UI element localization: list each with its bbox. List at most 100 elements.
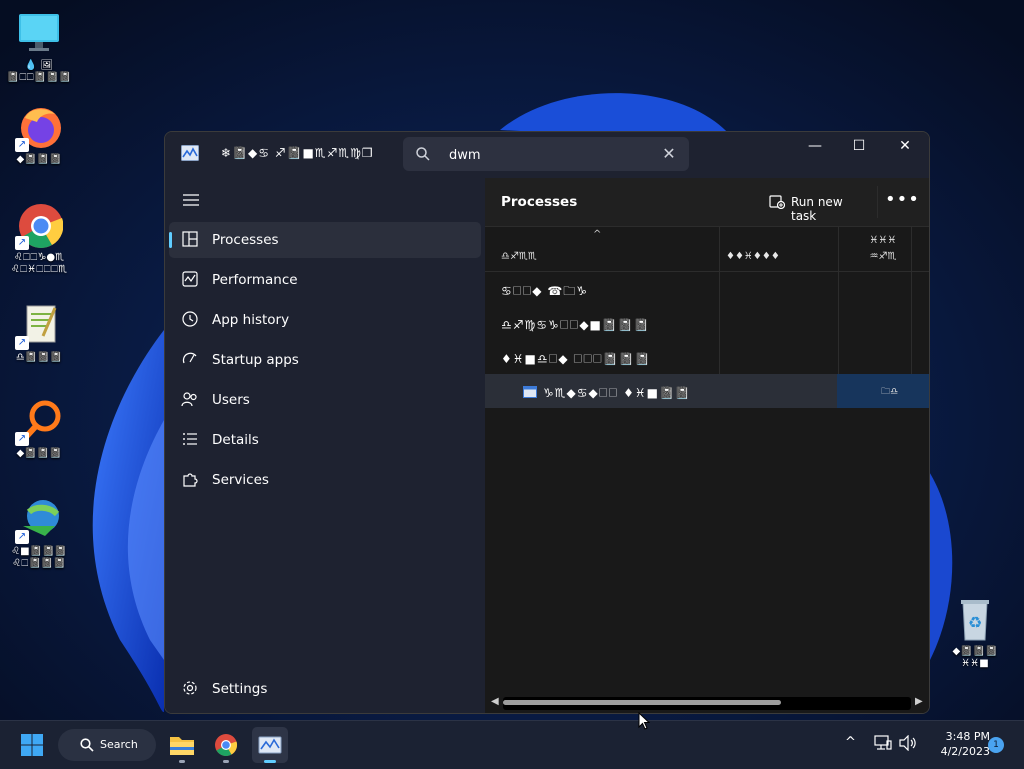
network-icon[interactable]	[874, 735, 892, 755]
clear-search-icon[interactable]: ✕	[659, 144, 679, 164]
history-icon	[181, 310, 199, 328]
process-group-name: ♦♓■♎🗆◆ 🗆🗆🗆📓📓📓	[501, 352, 651, 366]
search-box[interactable]: ✕	[403, 137, 689, 171]
recycle-bin-icon: ♻	[951, 596, 999, 644]
folder-icon	[170, 737, 194, 755]
nav-label: Services	[212, 472, 269, 488]
nav-item-processes[interactable]: Processes	[169, 222, 481, 258]
shortcut-arrow-icon: ↗	[15, 530, 29, 544]
table-row[interactable]: ♋🗆🗆◆ ☎🗀♑	[485, 272, 929, 306]
magnifier-icon: ↗	[15, 398, 63, 446]
notification-badge[interactable]: 1	[988, 737, 1004, 753]
desktop-icon-notepad[interactable]: ↗ ♎📓📓📓	[2, 302, 76, 364]
column-header-cpu[interactable]: ♓♓♓ ♒♐♏	[839, 227, 911, 271]
scroll-right-arrow-icon[interactable]: ▶	[915, 696, 923, 707]
desktop-icon-chrome[interactable]: ↗ ♌🗆🗆♑●♏ ♌🗆♓🗆🗆🗆♏	[2, 202, 76, 276]
table-row-selected[interactable]: ♑♏◆♋◆🗆🗆 ♦♓■📓📓 🗀♎	[485, 374, 929, 408]
globe-download-icon: ↗	[15, 496, 63, 544]
monitor-icon	[15, 10, 63, 58]
search-icon	[416, 147, 430, 161]
shortcut-arrow-icon: ↗	[15, 236, 29, 250]
title-bar[interactable]: ❄📓◆♋ ♐📓■♏♐♏♍❒ ✕ — ☐ ✕	[165, 132, 929, 178]
nav-label: Performance	[212, 272, 298, 288]
svg-text:♻: ♻	[968, 613, 982, 632]
maximize-button[interactable]: ☐	[836, 132, 882, 162]
table-row[interactable]: ♎♐♍♋♑🗆🗆◆■📓📓📓	[485, 306, 929, 340]
desktop-icon-label: 💧 🖼 📓🗆🗆📓📓📓	[6, 60, 72, 83]
sort-arrow-icon: ^	[593, 229, 602, 240]
desktop-icon-download-manager[interactable]: ↗ ♌■📓📓📓 ♌🗆📓📓📓	[2, 496, 76, 570]
header-divider	[877, 186, 878, 218]
table-row[interactable]: ♦♓■♎🗆◆ 🗆🗆🗆📓📓📓	[485, 340, 929, 374]
nav-item-performance[interactable]: Performance	[169, 262, 481, 298]
panel-header: Processes Run new task •••	[485, 178, 929, 227]
nav-item-startup-apps[interactable]: Startup apps	[169, 342, 481, 378]
column-header-status[interactable]: ♦♦♓♦♦♦	[720, 227, 838, 271]
shortcut-arrow-icon: ↗	[15, 336, 29, 350]
taskbar-task-manager[interactable]	[252, 727, 288, 763]
clock-date: 4/2/2023	[940, 745, 990, 758]
nav-label: App history	[212, 312, 290, 328]
shortcut-arrow-icon: ↗	[15, 432, 29, 446]
taskbar-chrome[interactable]	[208, 727, 244, 763]
search-input[interactable]	[447, 143, 651, 167]
task-manager-app-icon	[181, 145, 199, 161]
volume-icon[interactable]	[898, 734, 918, 755]
process-group-name: ♋🗆🗆◆ ☎🗀♑	[501, 284, 589, 298]
taskbar-search-button[interactable]: Search	[58, 729, 156, 761]
task-manager-window: ❄📓◆♋ ♐📓■♏♐♏♍❒ ✕ — ☐ ✕ Processes	[164, 131, 930, 714]
clock-time: 3:48 PM	[945, 730, 990, 743]
hamburger-menu-icon[interactable]	[181, 192, 201, 208]
nav-item-details[interactable]: Details	[169, 422, 481, 458]
more-options-button[interactable]: •••	[885, 188, 919, 216]
startup-gauge-icon	[181, 350, 199, 368]
column-header-name[interactable]: ^ ♎♐♏♏	[485, 227, 719, 271]
nav-item-app-history[interactable]: App history	[169, 302, 481, 338]
running-indicator	[223, 760, 229, 763]
details-list-icon	[181, 430, 199, 448]
services-puzzle-icon	[181, 470, 199, 488]
page-title: Processes	[501, 194, 578, 210]
process-cpu-value: 🗀♎	[881, 387, 899, 397]
show-hidden-icons-chevron-icon[interactable]: ^	[845, 735, 856, 750]
desktop-icon-firefox[interactable]: ↗ ◆📓📓📓	[2, 104, 76, 166]
desktop-icon-recycle-bin[interactable]: ♻ ◆📓📓📓 ♓♓■	[938, 596, 1012, 670]
desktop-icon-search-tool[interactable]: ↗ ◆📓📓📓	[2, 398, 76, 460]
desktop-icon-this-pc[interactable]: 💧 🖼 📓🗆🗆📓📓📓	[2, 10, 76, 84]
column-header-row: ^ ♎♐♏♏ ♦♦♓♦♦♦ ♓♓♓ ♒♐♏	[485, 227, 929, 272]
desktop-icon-label: ♌🗆🗆♑●♏ ♌🗆♓🗆🗆🗆♏	[10, 252, 68, 275]
process-name: ♑♏◆♋◆🗆🗆 ♦♓■📓📓	[543, 386, 691, 400]
navigation-sidebar: Processes Performance App history Startu…	[165, 178, 485, 713]
process-window-icon	[523, 386, 537, 398]
column-label: ♦♦♓♦♦♦	[726, 251, 780, 262]
nav-item-users[interactable]: Users	[169, 382, 481, 418]
nav-item-services[interactable]: Services	[169, 462, 481, 498]
nav-label: Startup apps	[212, 352, 299, 368]
windows-logo-icon	[21, 734, 43, 756]
taskbar-clock[interactable]: 3:48 PM 4/2/2023	[926, 729, 990, 759]
start-button[interactable]	[14, 727, 50, 763]
scroll-left-arrow-icon[interactable]: ◀	[491, 696, 499, 707]
processes-icon	[181, 230, 199, 248]
minimize-button[interactable]: —	[792, 132, 838, 162]
firefox-icon: ↗	[15, 104, 63, 152]
nav-label: Processes	[212, 232, 279, 248]
taskbar-chrome-indicator	[208, 760, 244, 763]
chrome-icon: ↗	[15, 202, 64, 250]
desktop-icon-label: ◆📓📓📓	[16, 448, 62, 459]
scroll-thumb[interactable]	[503, 700, 781, 705]
nav-label: Details	[212, 432, 259, 448]
nav-item-settings[interactable]: Settings	[169, 671, 481, 707]
run-task-icon	[769, 195, 785, 209]
taskbar-file-explorer[interactable]	[164, 727, 200, 763]
shortcut-arrow-icon: ↗	[15, 138, 29, 152]
column-label: ♎♐♏♏	[501, 251, 537, 262]
nav-label: Users	[212, 392, 250, 408]
desktop-icon-label: ♎📓📓📓	[15, 352, 63, 363]
horizontal-scrollbar[interactable]: ◀ ▶	[485, 694, 929, 713]
taskbar: Search ^ 3:48 PM 4/2/2023 1	[0, 720, 1024, 769]
close-button[interactable]: ✕	[882, 132, 928, 162]
taskbar-search-label: Search	[100, 738, 138, 751]
run-new-task-button[interactable]: Run new task	[765, 188, 871, 223]
desktop-icon-label: ♌■📓📓📓 ♌🗆📓📓📓	[11, 546, 67, 569]
